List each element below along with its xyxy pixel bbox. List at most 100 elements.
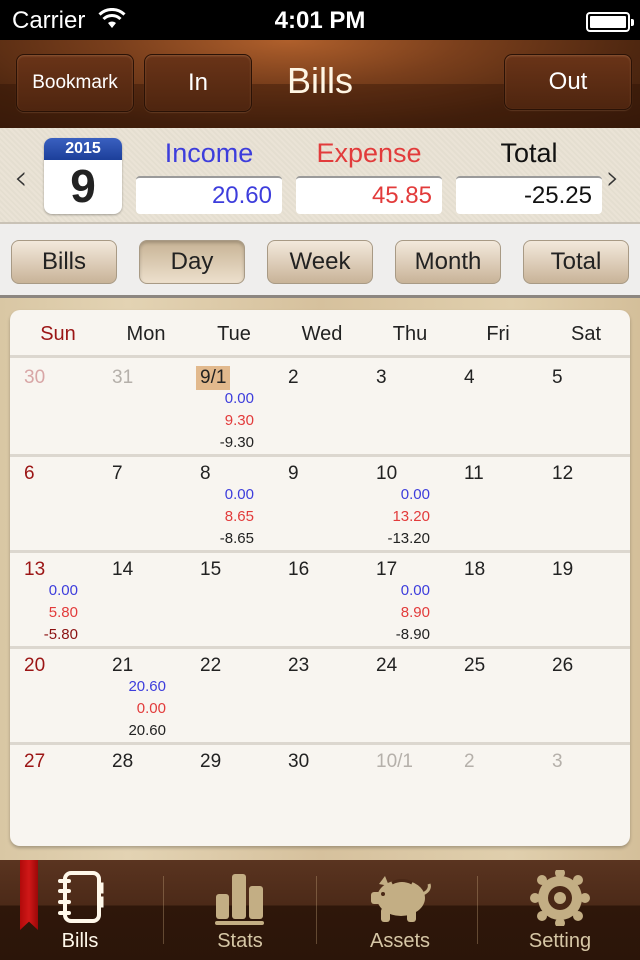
chevron-right-icon[interactable]: ›: [606, 158, 620, 198]
calendar-day-cell[interactable]: 17 0.00 8.90 -8.90: [362, 553, 450, 646]
day-number: 12: [552, 463, 574, 484]
battery-icon: [586, 12, 634, 32]
weekday-label: Fri: [486, 323, 510, 345]
calendar-day-cell[interactable]: 21 20.60 0.00 20.60: [98, 649, 186, 742]
calendar-day-cell[interactable]: 9: [274, 457, 362, 550]
calendar-day-cell[interactable]: 15: [186, 553, 274, 646]
tab-setting[interactable]: Setting: [480, 860, 640, 960]
calendar-day-cell[interactable]: 10 0.00 13.20 -13.20: [362, 457, 450, 550]
tab-label: Assets: [369, 930, 431, 952]
day-income-amount: 0.00: [224, 486, 254, 503]
chevron-left-icon[interactable]: ‹: [14, 158, 28, 198]
tab-bills[interactable]: Bills: [0, 860, 160, 960]
expense-summary: Expense 45.85: [296, 138, 442, 214]
calendar-week-row: 30 31 9/1 0.00 9.30 -9.30 2 3 4 5: [10, 361, 630, 457]
day-income-amount: 0.00: [224, 390, 254, 407]
day-total-amount: -5.80: [43, 626, 78, 643]
day-number: 7: [112, 463, 123, 484]
segment-week[interactable]: Week: [267, 240, 373, 284]
calendar-week-row: 27 28 29 30 10/1 2 3: [10, 745, 630, 841]
calendar-day-cell[interactable]: 7: [98, 457, 186, 550]
segment-total[interactable]: Total: [523, 240, 629, 284]
calendar-day-cell[interactable]: 28: [98, 745, 186, 838]
day-number: 14: [112, 559, 134, 580]
day-number: 31: [112, 367, 134, 388]
status-bar: Carrier 4:01 PM: [0, 0, 640, 40]
day-number: 5: [552, 367, 563, 388]
tab-label: Stats: [217, 930, 263, 952]
day-number: 29: [200, 751, 222, 772]
calendar-day-cell[interactable]: 25: [450, 649, 538, 742]
day-number: 21: [112, 655, 134, 676]
day-number: 10/1: [376, 751, 413, 772]
day-number: 3: [552, 751, 563, 772]
income-summary: Income 20.60: [136, 138, 282, 214]
calendar-day-cell[interactable]: 26: [538, 649, 626, 742]
calendar-day-cell[interactable]: 30: [10, 361, 98, 454]
segment-day[interactable]: Day: [139, 240, 245, 284]
day-number: 16: [288, 559, 310, 580]
calendar-day-cell[interactable]: 22: [186, 649, 274, 742]
navigation-bar: Bookmark In Bills Out: [0, 40, 640, 128]
calendar-day-cell[interactable]: 13 0.00 5.80 -5.80: [10, 553, 98, 646]
tab-assets[interactable]: Assets: [320, 860, 480, 960]
day-number: 19: [552, 559, 574, 580]
day-income-amount: 0.00: [400, 486, 430, 503]
today-date-label: 9/1: [196, 366, 231, 390]
month-calendar: Sun Mon Tue Wed Thu Fri Sat 30 31 9/1 0.00 9.30 -9.…: [10, 310, 630, 846]
weekday-label: Mon: [126, 323, 166, 345]
calendar-day-cell[interactable]: 12: [538, 457, 626, 550]
calendar-day-cell[interactable]: 18: [450, 553, 538, 646]
weekday-label: Sun: [40, 323, 76, 345]
calendar-day-cell[interactable]: 19: [538, 553, 626, 646]
calendar-day-cell[interactable]: 6: [10, 457, 98, 550]
calendar-day-cell[interactable]: 2: [274, 361, 362, 454]
calendar-week-row: 20 21 20.60 0.00 20.60 22 23 24 25 26: [10, 649, 630, 745]
day-number: 30: [24, 367, 46, 388]
day-number: 25: [464, 655, 486, 676]
calendar-day-cell[interactable]: 8 0.00 8.65 -8.65: [186, 457, 274, 550]
month-picker[interactable]: 2015 9: [44, 138, 122, 214]
tab-divider: [316, 876, 317, 944]
income-value: 20.60: [136, 176, 282, 214]
day-total-amount: -8.90: [395, 626, 430, 643]
day-number: 10: [376, 463, 398, 484]
day-number: 18: [464, 559, 486, 580]
day-expense-amount: 9.30: [224, 412, 254, 429]
calendar-day-cell[interactable]: 16: [274, 553, 362, 646]
calendar-day-cell[interactable]: 3: [362, 361, 450, 454]
total-label: Total: [500, 138, 558, 168]
weekday-header: Sun Mon Tue Wed Thu Fri Sat: [10, 310, 630, 358]
calendar-day-cell[interactable]: 20: [10, 649, 98, 742]
notebook-icon: [58, 871, 104, 923]
weekday-label: Thu: [392, 323, 428, 345]
segment-month[interactable]: Month: [395, 240, 501, 284]
calendar-day-cell[interactable]: 9/1 0.00 9.30 -9.30: [186, 361, 274, 454]
calendar-day-cell[interactable]: 4: [450, 361, 538, 454]
calendar-day-cell[interactable]: 3: [538, 745, 626, 838]
day-number: 28: [112, 751, 134, 772]
tab-stats[interactable]: Stats: [160, 860, 320, 960]
day-number: 24: [376, 655, 398, 676]
day-number: 30: [288, 751, 310, 772]
calendar-day-cell[interactable]: 14: [98, 553, 186, 646]
calendar-day-cell[interactable]: 31: [98, 361, 186, 454]
calendar-day-cell[interactable]: 11: [450, 457, 538, 550]
day-income-amount: 0.00: [48, 582, 78, 599]
month-summary: ‹ 2015 9 Income 20.60 Expense 45.85 Tota…: [0, 128, 640, 224]
calendar-day-cell[interactable]: 27: [10, 745, 98, 838]
calendar-day-cell[interactable]: 24: [362, 649, 450, 742]
calendar-day-cell[interactable]: 5: [538, 361, 626, 454]
expense-out-button[interactable]: Out: [504, 54, 632, 110]
tab-bar: Bills Stats Assets Setting: [0, 860, 640, 960]
day-number: 6: [24, 463, 35, 484]
calendar-day-cell[interactable]: 30: [274, 745, 362, 838]
day-number: 27: [24, 751, 46, 772]
calendar-day-cell[interactable]: 23: [274, 649, 362, 742]
day-total-amount: -9.30: [219, 434, 254, 451]
calendar-day-cell[interactable]: 29: [186, 745, 274, 838]
calendar-day-cell[interactable]: 10/1: [362, 745, 450, 838]
segment-bills[interactable]: Bills: [11, 240, 117, 284]
day-number: 26: [552, 655, 574, 676]
calendar-day-cell[interactable]: 2: [450, 745, 538, 838]
